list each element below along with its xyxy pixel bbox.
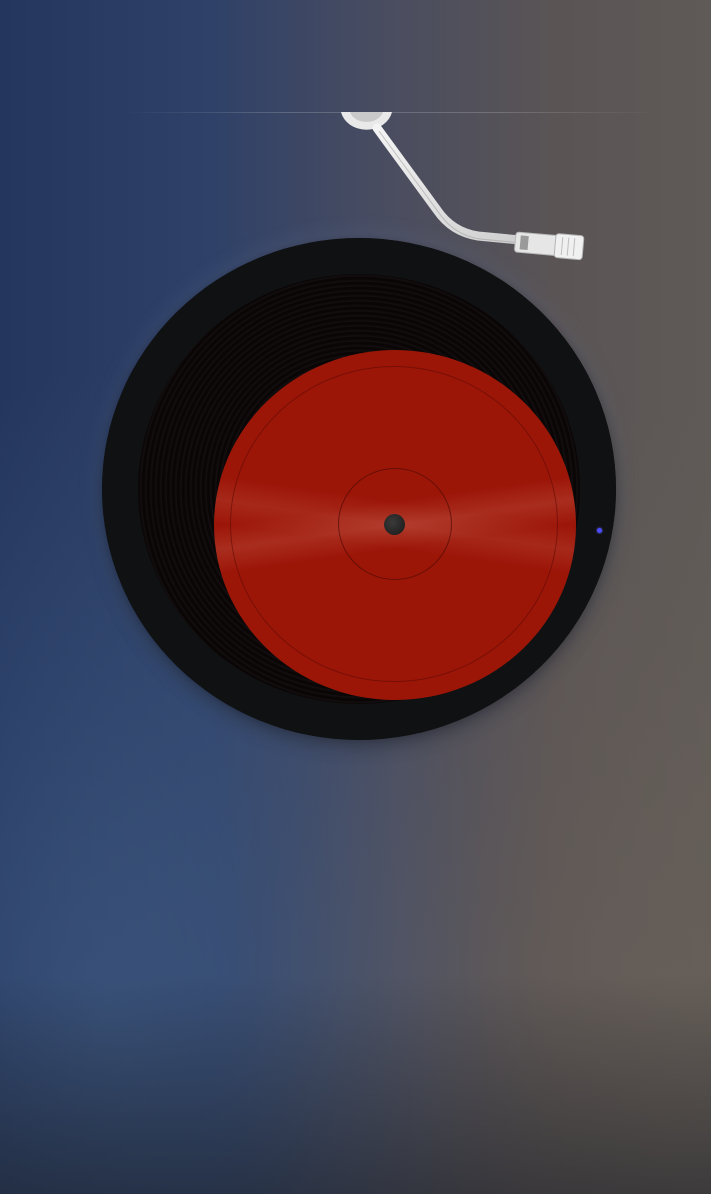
record-label [214,350,602,700]
turntable-platter [96,232,622,746]
playback-indicator-dot [597,528,602,533]
tonearm-headshell [514,231,585,261]
vinyl-record-icon[interactable] [102,238,616,740]
player-screen [0,0,711,1194]
spindle-icon [384,514,405,535]
tonearm-rod [372,123,525,245]
record-grooves [138,274,602,704]
